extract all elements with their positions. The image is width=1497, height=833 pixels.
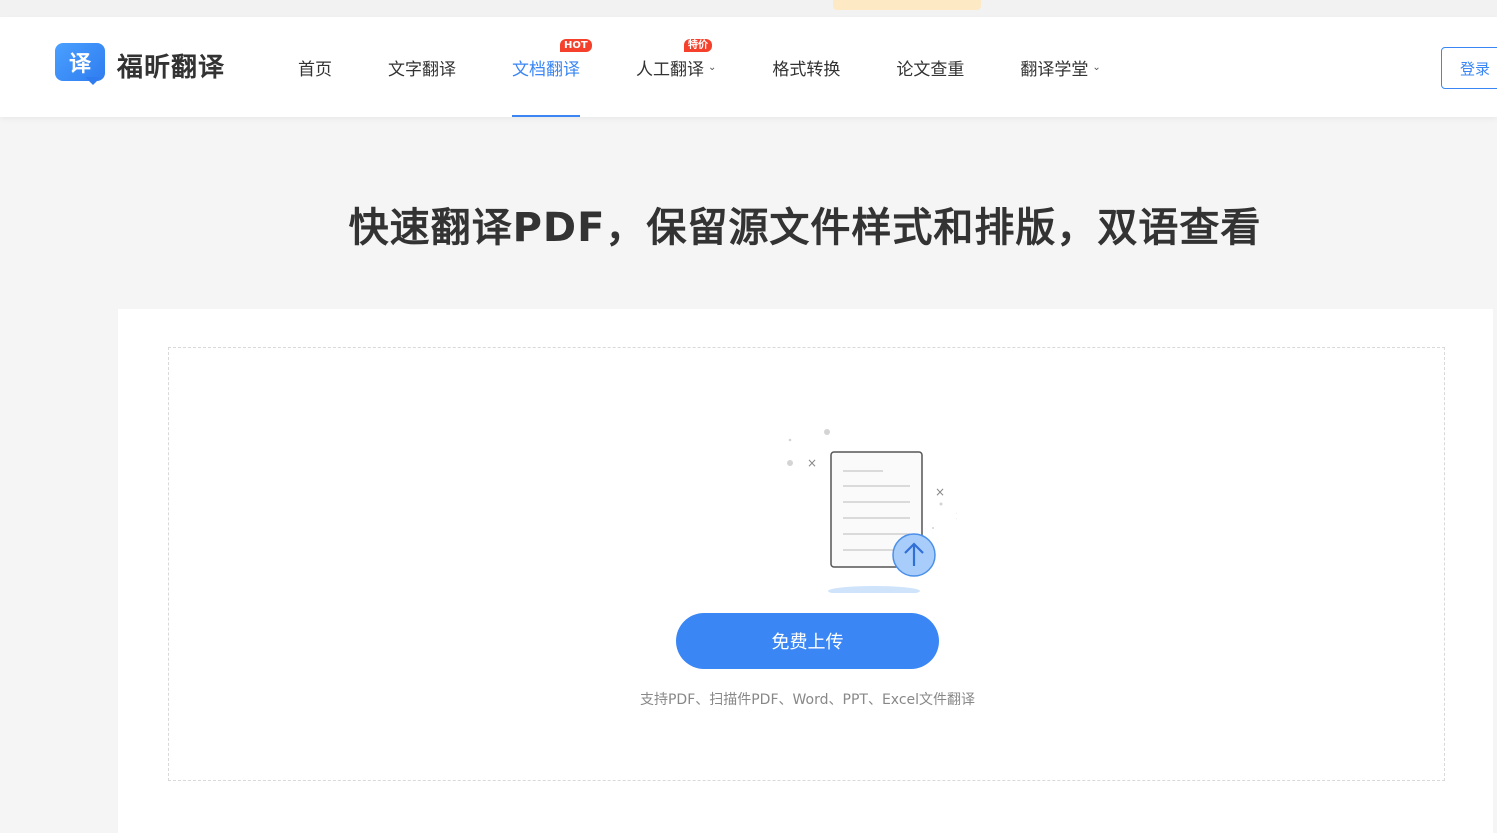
upload-card: × × × 免费上传 支持PDF、扫描件PDF、Word、PPT、Excel文件… [118,309,1493,833]
nav-item-label: 文档翻译 [512,59,580,80]
site-logo[interactable]: 译 福昕翻译 [55,43,225,87]
decor-dot [939,502,943,506]
nav-item-label: 人工翻译 [636,59,704,80]
decor-dot [788,438,792,442]
main-nav: 首页 文字翻译 文档翻译 HOT 人工翻译 ⌄ 特价 格式转换 论文查重 翻译学… [270,17,1129,117]
site-header: 译 福昕翻译 首页 文字翻译 文档翻译 HOT 人工翻译 ⌄ 特价 格式转换 论… [0,17,1497,117]
nav-item-plagiarism-check[interactable]: 论文查重 [868,17,992,117]
login-label: 登录 [1460,59,1491,78]
logo-char: 译 [55,43,105,81]
login-button[interactable]: 登录 [1441,47,1497,89]
shadow-ellipse [828,586,920,593]
nav-item-format-convert[interactable]: 格式转换 [744,17,868,117]
page-headline: 快速翻译PDF，保留源文件样式和排版，双语查看 [348,205,1262,251]
decor-cross: × [935,485,945,499]
top-utility-bar [0,0,1497,17]
nav-item-label: 翻译学堂 [1020,59,1089,80]
upload-button-label: 免费上传 [771,632,844,653]
hot-badge: HOT [560,39,592,52]
decor-cross: × [955,509,957,523]
free-upload-button[interactable]: 免费上传 [676,613,939,669]
chevron-down-icon: ⌄ [708,61,717,73]
logo-bubble-tail [85,77,101,85]
nav-item-document-translate[interactable]: 文档翻译 HOT [484,17,608,117]
nav-item-translation-academy[interactable]: 翻译学堂 ⌄ [992,17,1128,117]
decor-dot [932,527,934,529]
discount-badge: 特价 [684,39,712,52]
nav-item-label: 格式转换 [772,59,841,80]
logo-icon: 译 [55,43,107,87]
document-upload-illustration: × × × [787,429,957,593]
nav-item-label: 文字翻译 [388,59,456,80]
decor-dot [787,460,793,466]
nav-item-label: 首页 [298,59,332,80]
decor-dot [824,429,830,435]
nav-item-human-translate[interactable]: 人工翻译 ⌄ 特价 [608,17,744,117]
supported-formats-text: 支持PDF、扫描件PDF、Word、PPT、Excel文件翻译 [639,692,976,708]
nav-item-home[interactable]: 首页 [270,17,360,117]
nav-item-text-translate[interactable]: 文字翻译 [360,17,484,117]
file-dropzone[interactable]: × × × 免费上传 支持PDF、扫描件PDF、Word、PPT、Excel文件… [168,347,1445,781]
brand-name: 福昕翻译 [117,52,226,83]
decor-cross: × [807,456,817,470]
nav-item-label: 论文查重 [896,59,965,80]
chevron-down-icon: ⌄ [1092,61,1101,73]
promo-banner[interactable] [833,0,981,10]
